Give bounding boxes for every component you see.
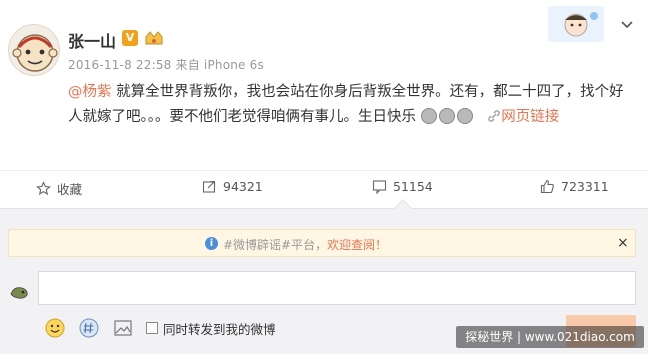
forward-checkbox[interactable] xyxy=(146,322,158,334)
comment-toolbar: 同时转发到我的微博 xyxy=(44,317,276,339)
comment-input[interactable] xyxy=(38,271,636,305)
like-count: 723311 xyxy=(561,179,609,194)
smiley-icon[interactable] xyxy=(44,317,66,339)
favorite-button[interactable]: 收藏 xyxy=(36,179,82,198)
post-meta: 2016-11-8 22:58 来自 iPhone 6s xyxy=(68,58,264,72)
mini-avatar-icon[interactable] xyxy=(8,281,30,303)
cartoon-face-icon xyxy=(548,6,604,42)
close-icon[interactable]: × xyxy=(617,235,629,251)
watermark: 探秘世界 | www.021diao.com xyxy=(456,326,644,348)
forward-count: 94321 xyxy=(223,179,263,194)
member-level-icon[interactable] xyxy=(142,28,166,48)
like-button[interactable]: 723311 xyxy=(540,179,609,194)
verified-badge[interactable]: V xyxy=(122,30,138,46)
mention-link[interactable]: @杨紫 xyxy=(68,84,112,100)
post-content: @杨紫 就算全世界背叛你，我也会站在你身后背叛全世界。还有，都二十四了，找个好人… xyxy=(68,80,634,130)
notice-banner: i #微博辟谣#平台，欢迎查阅！ × xyxy=(8,229,636,257)
notice-link[interactable]: 欢迎查阅！ xyxy=(327,238,387,252)
notice-text: #微博辟谣#平台，欢迎查阅！ xyxy=(223,236,387,253)
thumbs-up-icon xyxy=(540,179,554,194)
comment-icon xyxy=(372,180,387,194)
user-avatar[interactable] xyxy=(8,24,60,76)
link-icon xyxy=(488,110,500,122)
laughing-emoji-icon xyxy=(420,108,437,124)
comment-count: 51154 xyxy=(393,179,433,194)
laughing-emoji-icon xyxy=(438,108,455,124)
comment-button[interactable]: 51154 xyxy=(372,179,433,194)
forward-label: 同时转发到我的微博 xyxy=(163,321,276,337)
chevron-down-icon[interactable] xyxy=(620,20,634,30)
username[interactable]: 张一山 xyxy=(68,28,116,52)
weibo-post: 张一山 V 2016-11-8 22:58 来自 iPhone 6s @杨紫 就… xyxy=(0,0,648,208)
laughing-emoji-icon xyxy=(456,108,473,124)
info-icon: i xyxy=(205,237,218,250)
monkey-face-icon xyxy=(12,34,58,72)
forward-icon xyxy=(202,180,216,193)
notice-message: #微博辟谣#平台， xyxy=(223,238,328,252)
topic-icon[interactable] xyxy=(78,317,100,339)
image-icon[interactable] xyxy=(112,317,134,339)
cartoon-thumbnail xyxy=(548,6,604,42)
web-link[interactable]: 网页链接 xyxy=(501,109,559,125)
star-icon xyxy=(36,181,51,196)
action-bar: 收藏 94321 51154 723311 xyxy=(0,170,648,204)
favorite-label: 收藏 xyxy=(57,182,83,197)
forward-button[interactable]: 94321 xyxy=(202,179,263,194)
